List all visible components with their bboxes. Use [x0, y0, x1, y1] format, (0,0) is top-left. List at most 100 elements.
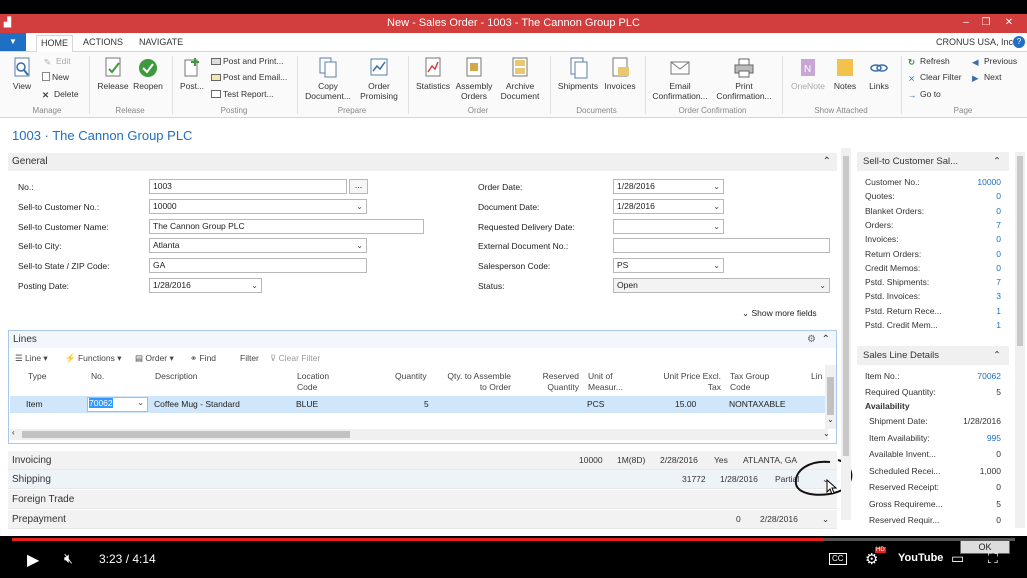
customer-stat-value[interactable]: 0: [996, 191, 1001, 201]
find-button[interactable]: ⚭ Find: [190, 353, 216, 364]
customer-stat-value[interactable]: 1: [996, 306, 1001, 316]
lines-vertical-scrollbar[interactable]: ⌄: [825, 365, 836, 429]
requested-delivery-date-field[interactable]: ⌄: [613, 219, 724, 234]
assist-edit-button[interactable]: ...: [349, 179, 368, 194]
statistics-button[interactable]: Statistics: [413, 57, 453, 91]
assembly-orders-button[interactable]: Assembly Orders: [453, 57, 495, 101]
previous-button[interactable]: ◀ Previous: [972, 56, 1017, 67]
column-header-no[interactable]: No.: [91, 371, 104, 382]
settings-icon[interactable]: ⚙: [807, 331, 816, 348]
delete-button[interactable]: ✕ Delete: [42, 89, 79, 100]
dropdown-arrow-icon[interactable]: ⌄: [713, 259, 720, 272]
order-date-field[interactable]: 1/28/2016 ⌄: [613, 179, 724, 194]
post-and-email-button[interactable]: Post and Email...: [211, 72, 287, 82]
links-button[interactable]: Links: [864, 57, 894, 91]
post-and-print-button[interactable]: Post and Print...: [211, 56, 283, 66]
customer-stat-value[interactable]: 10000: [977, 177, 1001, 187]
general-fasttab-header[interactable]: General ⌃: [8, 153, 837, 171]
chevron-up-icon[interactable]: ⌃: [823, 153, 831, 170]
column-header-reserved-quantity[interactable]: Reserved Quantity: [539, 371, 579, 393]
customer-stat-value[interactable]: 7: [996, 220, 1001, 230]
dropdown-arrow-icon[interactable]: ⌄: [819, 279, 826, 292]
email-confirmation-button[interactable]: Email Confirmation...: [650, 57, 710, 101]
invoicing-fasttab[interactable]: Invoicing 10000 1M(8D) 2/28/2016 Yes ATL…: [8, 451, 837, 470]
cell-type[interactable]: Item: [26, 399, 43, 409]
clear-filter-button[interactable]: ⨯ Clear Filter: [908, 72, 962, 83]
document-date-field[interactable]: 1/28/2016 ⌄: [613, 199, 724, 214]
cell-unit-price[interactable]: 15.00: [675, 399, 696, 409]
sell-to-customer-name-field[interactable]: The Cannon Group PLC: [149, 219, 424, 234]
shipping-fasttab[interactable]: Shipping 31772 1/28/2016 Partial ⌄: [8, 470, 837, 489]
scroll-left-icon[interactable]: ‹: [12, 428, 15, 437]
customer-factbox-header[interactable]: Sell-to Customer Sal... ⌃: [857, 152, 1009, 171]
functions-menu-button[interactable]: ⚡ Functions ▾: [65, 353, 121, 364]
go-to-button[interactable]: → Go to: [908, 89, 941, 100]
lines-fasttab-header[interactable]: Lines ⚙ ⌃: [9, 331, 836, 348]
fullscreen-icon[interactable]: ⛶: [988, 550, 998, 567]
onenote-button[interactable]: N OneNote: [786, 57, 830, 91]
order-promising-button[interactable]: Order Promising: [355, 57, 403, 101]
next-button[interactable]: ▶ Next: [972, 72, 1001, 83]
play-icon[interactable]: ▶: [27, 550, 39, 570]
show-more-fields-link[interactable]: ⌄ Show more fields: [742, 308, 817, 319]
tab-home[interactable]: HOME: [36, 35, 73, 52]
external-document-no-field[interactable]: [613, 238, 830, 253]
minimize-button[interactable]: –: [956, 16, 976, 30]
prepayment-fasttab[interactable]: Prepayment 0 2/28/2016 ⌄: [8, 510, 837, 529]
clear-filter-lines-button[interactable]: ⊽ Clear Filter: [270, 353, 320, 364]
cell-location[interactable]: BLUE: [296, 399, 318, 409]
customer-stat-value[interactable]: 0: [996, 249, 1001, 259]
scrollbar-thumb[interactable]: [1017, 156, 1023, 346]
archive-document-button[interactable]: Archive Document: [497, 57, 543, 101]
lines-horizontal-scrollbar[interactable]: ‹: [10, 428, 828, 440]
view-button[interactable]: View: [9, 57, 35, 91]
chevron-down-icon[interactable]: ⌄: [822, 510, 829, 529]
cell-unit-of-measure[interactable]: PCS: [587, 399, 604, 409]
ok-button[interactable]: OK: [960, 540, 1010, 554]
mute-icon[interactable]: 🔇︎: [64, 550, 73, 567]
dropdown-arrow-icon[interactable]: ⌄: [713, 180, 720, 193]
posting-date-field[interactable]: 1/28/2016 ⌄: [149, 278, 262, 293]
help-icon[interactable]: ?: [1013, 36, 1025, 48]
sell-to-city-field[interactable]: Atlanta ⌄: [149, 238, 367, 253]
factbox-scrollbar[interactable]: [1015, 152, 1025, 528]
notes-button[interactable]: Notes: [830, 57, 860, 91]
dropdown-arrow-icon[interactable]: ⌄: [356, 200, 363, 213]
salesperson-code-field[interactable]: PS ⌄: [613, 258, 724, 273]
cell-description[interactable]: Coffee Mug - Standard: [154, 399, 240, 409]
captions-icon[interactable]: CC: [829, 553, 847, 565]
dropdown-arrow-icon[interactable]: ⌄: [713, 200, 720, 213]
test-report-button[interactable]: Test Report...: [211, 89, 274, 99]
shipments-button[interactable]: Shipments: [555, 57, 601, 91]
youtube-logo[interactable]: YouTube: [898, 552, 943, 564]
tab-navigate[interactable]: NAVIGATE: [139, 37, 183, 47]
column-header-quantity[interactable]: Quantity: [395, 371, 427, 382]
sales-line-details-header[interactable]: Sales Line Details ⌃: [857, 346, 1009, 365]
release-button[interactable]: Release: [95, 57, 131, 91]
scroll-down-icon[interactable]: ⌄: [823, 429, 830, 438]
invoices-button[interactable]: Invoices: [602, 57, 638, 91]
sell-to-customer-no-field[interactable]: 10000 ⌄: [149, 199, 367, 214]
print-confirmation-button[interactable]: Print Confirmation...: [713, 57, 775, 101]
order-menu-button[interactable]: ▤ Order ▾: [135, 353, 174, 364]
item-no-value[interactable]: 70062: [977, 371, 1001, 381]
scrollbar-thumb[interactable]: [843, 156, 849, 456]
refresh-button[interactable]: ↻ Refresh: [908, 56, 950, 67]
cell-no-input[interactable]: 70062 ⌄: [87, 397, 148, 412]
column-header-tax-group[interactable]: Tax Group Code: [730, 371, 769, 393]
close-button[interactable]: ✕: [999, 16, 1019, 30]
dropdown-arrow-icon[interactable]: ⌄: [356, 239, 363, 252]
cell-quantity[interactable]: 5: [424, 399, 429, 409]
column-header-unit-of-measure[interactable]: Unit of Measur...: [588, 371, 623, 393]
availability-value[interactable]: 995: [987, 433, 1001, 443]
chevron-up-icon[interactable]: ⌃: [822, 331, 830, 348]
cell-tax-group[interactable]: NONTAXABLE: [729, 399, 786, 409]
page-vertical-scrollbar[interactable]: [841, 148, 851, 520]
new-button[interactable]: New: [42, 72, 69, 82]
column-header-unit-price[interactable]: Unit Price Excl. Tax: [651, 371, 721, 393]
chevron-up-icon[interactable]: ⌃: [993, 152, 1001, 171]
scrollbar-thumb[interactable]: [827, 377, 834, 415]
cast-icon[interactable]: ▭: [951, 550, 964, 567]
post-button[interactable]: Post...: [177, 57, 207, 91]
customer-stat-value[interactable]: 1: [996, 320, 1001, 330]
